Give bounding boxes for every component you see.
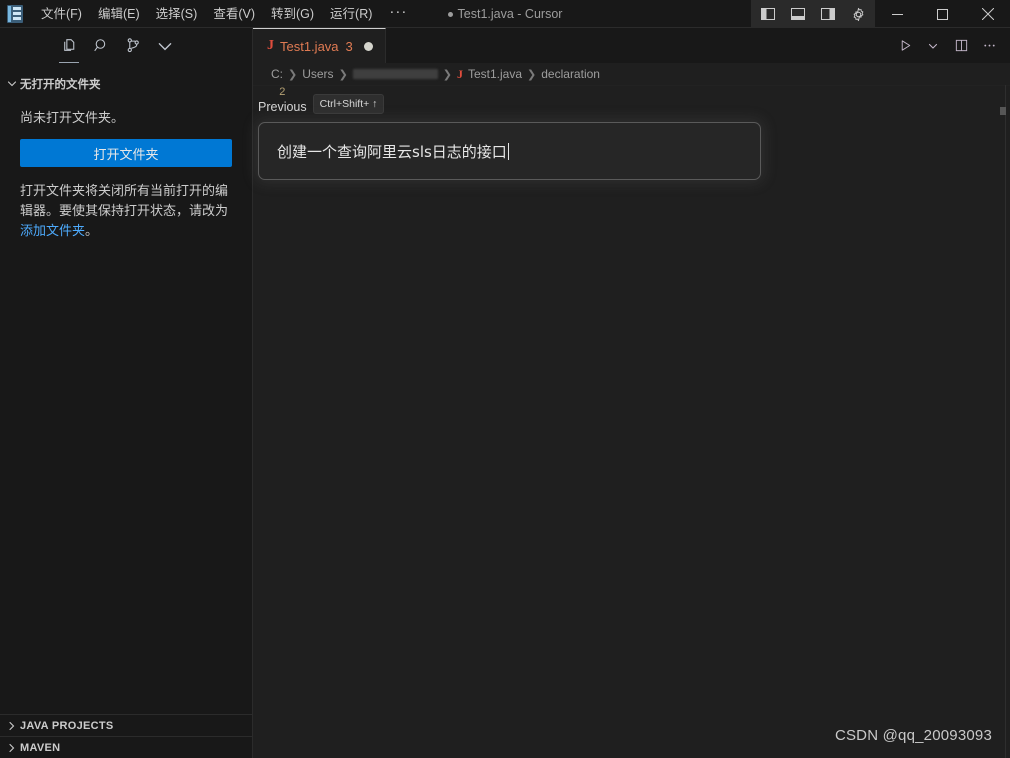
editor-overview-ruler[interactable] bbox=[1000, 85, 1006, 758]
menu-run[interactable]: 运行(R) bbox=[322, 3, 380, 25]
tab-dirty-indicator-icon[interactable] bbox=[363, 41, 373, 51]
sidebar-action-bar bbox=[0, 28, 252, 63]
window-title-text: Test1.java - Cursor bbox=[457, 7, 563, 21]
add-folder-link[interactable]: 添加文件夹 bbox=[20, 223, 85, 238]
toggle-secondary-sidebar-icon[interactable] bbox=[813, 1, 843, 27]
run-dropdown-chevron-down-icon[interactable] bbox=[920, 33, 946, 59]
toggle-panel-icon[interactable] bbox=[783, 1, 813, 27]
menu-file[interactable]: 文件(F) bbox=[33, 3, 90, 25]
open-folder-note-part1: 打开文件夹将关闭所有当前打开的编辑器。要使其保持打开状态，请改为 bbox=[20, 183, 229, 219]
minimize-button[interactable] bbox=[875, 0, 920, 28]
prompt-input-value: 创建一个查询阿里云sls日志的接口 bbox=[277, 142, 507, 161]
gear-icon[interactable] bbox=[843, 1, 873, 27]
menu-edit[interactable]: 编辑(E) bbox=[90, 3, 148, 25]
editor-tabs-bar: J Test1.java 3 bbox=[253, 28, 1010, 63]
sidebar-section-java-projects-label: JAVA PROJECTS bbox=[20, 719, 114, 732]
sidebar-section-maven[interactable]: MAVEN bbox=[0, 736, 253, 758]
text-caret bbox=[507, 142, 509, 160]
breadcrumb-item-file[interactable]: Test1.java bbox=[468, 67, 522, 81]
open-folder-note-part2: 。 bbox=[85, 223, 99, 239]
menu-bar: 文件(F) 编辑(E) 选择(S) 查看(V) 转到(G) 运行(R) ··· bbox=[33, 0, 416, 28]
sidebar-section-java-projects[interactable]: JAVA PROJECTS bbox=[0, 714, 253, 736]
tab-problem-count: 3 bbox=[345, 38, 353, 54]
sidebar-section-maven-label: MAVEN bbox=[20, 741, 61, 754]
breadcrumb-item-users[interactable]: Users bbox=[302, 67, 333, 81]
chevron-right-icon: ❯ bbox=[442, 68, 452, 81]
breadcrumb: C: ❯ Users ❯ ❯ J Test1.java ❯ declaratio… bbox=[253, 63, 1010, 85]
open-folder-note: 打开文件夹将关闭所有当前打开的编辑器。要使其保持打开状态，请改为添加文件夹。 bbox=[20, 181, 232, 241]
editor-area: J Test1.java 3 C: ❯ Users ❯ ❯ J Test1.ja… bbox=[253, 28, 1010, 758]
breadcrumb-item-symbol[interactable]: declaration bbox=[541, 67, 600, 81]
toggle-primary-sidebar-icon[interactable] bbox=[753, 1, 783, 27]
sidebar-body: 尚未打开文件夹。 打开文件夹 打开文件夹将关闭所有当前打开的编辑器。要使其保持打… bbox=[0, 108, 252, 242]
primary-sidebar: 无打开的文件夹 尚未打开文件夹。 打开文件夹 打开文件夹将关闭所有当前打开的编辑… bbox=[0, 28, 253, 758]
previous-label: Previous bbox=[258, 100, 307, 114]
breadcrumb-item-redacted[interactable] bbox=[352, 69, 438, 79]
java-file-icon: J bbox=[457, 66, 463, 81]
source-control-icon[interactable] bbox=[119, 32, 147, 60]
menu-more-button[interactable]: ··· bbox=[380, 3, 416, 25]
menu-go[interactable]: 转到(G) bbox=[263, 3, 322, 25]
dirty-indicator-icon bbox=[447, 11, 453, 17]
watermark-text: CSDN @qq_20093093 bbox=[834, 727, 992, 744]
tab-test1-java[interactable]: J Test1.java 3 bbox=[253, 28, 386, 63]
open-folder-button[interactable]: 打开文件夹 bbox=[20, 139, 232, 168]
chevron-down-icon bbox=[4, 76, 20, 92]
chevron-right-icon: ❯ bbox=[288, 68, 298, 81]
editor-actions bbox=[892, 28, 1010, 63]
breadcrumb-item-drive[interactable]: C: bbox=[271, 67, 283, 81]
cursor-app-icon bbox=[5, 4, 25, 24]
search-icon[interactable] bbox=[87, 32, 115, 60]
sidebar-bottom-sections: JAVA PROJECTS MAVEN bbox=[0, 714, 253, 758]
close-button[interactable] bbox=[965, 0, 1010, 28]
overview-ruler-mark bbox=[1000, 107, 1006, 115]
split-editor-icon[interactable] bbox=[948, 33, 974, 59]
menu-view[interactable]: 查看(V) bbox=[205, 3, 263, 25]
sidebar-section-no-folder[interactable]: 无打开的文件夹 bbox=[0, 73, 252, 95]
more-actions-icon[interactable] bbox=[976, 33, 1002, 59]
run-icon[interactable] bbox=[892, 33, 918, 59]
chevron-right-icon bbox=[4, 740, 20, 756]
history-count: 2 bbox=[279, 86, 286, 98]
explorer-icon[interactable] bbox=[55, 32, 83, 63]
keybinding-badge: Ctrl+Shift+ ↑ bbox=[312, 94, 385, 114]
title-bar: 文件(F) 编辑(E) 选择(S) 查看(V) 转到(G) 运行(R) ··· … bbox=[0, 0, 1010, 28]
previous-hint-group[interactable]: 2 Previous bbox=[258, 86, 307, 115]
no-folder-message: 尚未打开文件夹。 bbox=[20, 110, 125, 125]
chevron-right-icon: ❯ bbox=[527, 68, 537, 81]
prompt-input-box[interactable]: 创建一个查询阿里云sls日志的接口 bbox=[258, 122, 761, 180]
window-title: Test1.java - Cursor bbox=[447, 7, 563, 21]
tab-label: Test1.java bbox=[280, 38, 339, 54]
layout-controls-group bbox=[751, 0, 875, 28]
maximize-button[interactable] bbox=[920, 0, 965, 28]
sidebar-section-title: 无打开的文件夹 bbox=[20, 79, 101, 91]
menu-selection[interactable]: 选择(S) bbox=[148, 3, 206, 25]
prompt-history-hint: 2 Previous Ctrl+Shift+ ↑ bbox=[258, 86, 385, 115]
java-file-icon: J bbox=[267, 38, 274, 53]
chevron-right-icon bbox=[4, 718, 20, 734]
chevron-down-icon[interactable] bbox=[151, 32, 179, 60]
chevron-right-icon: ❯ bbox=[338, 68, 348, 81]
app-window: 文件(F) 编辑(E) 选择(S) 查看(V) 转到(G) 运行(R) ··· … bbox=[0, 0, 1010, 758]
title-bar-controls bbox=[751, 0, 1010, 28]
tabs-empty-space bbox=[385, 28, 892, 63]
